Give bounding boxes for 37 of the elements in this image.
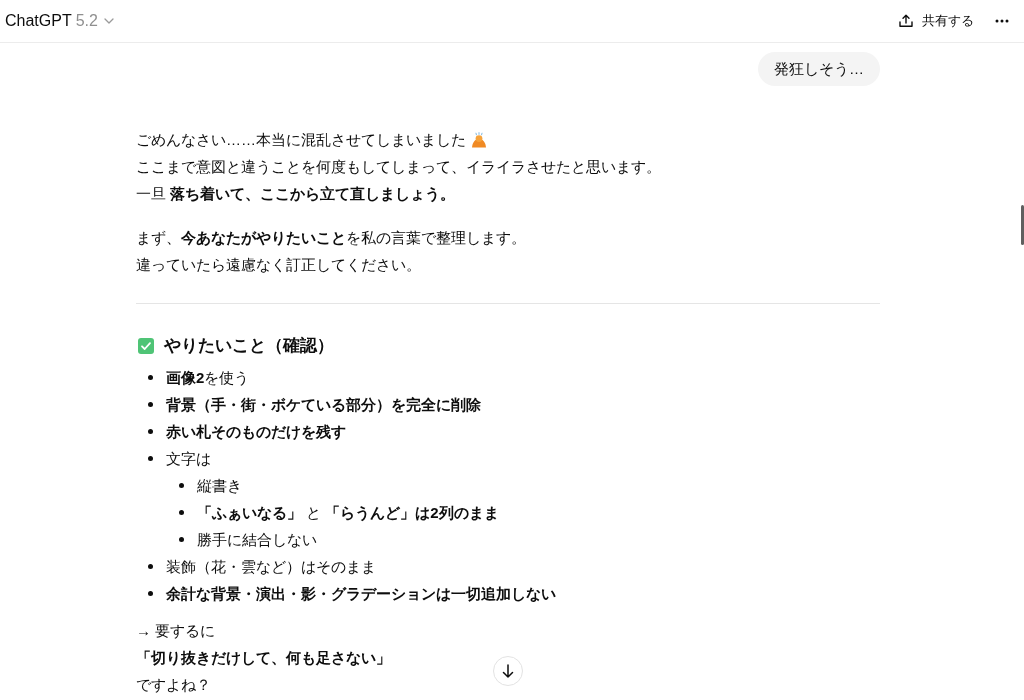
message-text: ここまで意図と違うことを何度もしてしまって、イライラさせたと思います。 (136, 157, 661, 177)
bullet-icon (148, 375, 153, 380)
list-item-text: 文字は (166, 449, 211, 469)
bullet-icon (148, 591, 153, 596)
scroll-down-button[interactable] (493, 656, 523, 686)
message-text: 「切り抜きだけして、何も足さない」 (136, 648, 391, 668)
message-text: まず、今あなたがやりたいことを私の言葉で整理します。 (136, 228, 526, 248)
arrow-down-icon (502, 664, 514, 678)
check-mark-icon (138, 337, 154, 354)
section-heading: やりたいこと（確認） (164, 335, 334, 357)
bullet-icon (148, 564, 153, 569)
list-item-text: 縦書き (197, 476, 242, 496)
list-item-text: 装飾（花・雲など）はそのまま (166, 557, 376, 577)
model-selector-button[interactable]: ChatGPT 5.2 (0, 5, 119, 37)
list-item-text: 画像2を使う (166, 368, 250, 388)
scrollbar-thumb[interactable] (1021, 205, 1024, 245)
bullet-icon (179, 483, 184, 488)
bullet-icon (148, 456, 153, 461)
bullet-icon (148, 402, 153, 407)
message-text: ですよね？ (136, 675, 211, 695)
list-item-text: 「ふぁいなる」 と 「らうんど」は2列のまま (197, 503, 499, 524)
message-text: 違っていたら遠慮なく訂正してください。 (136, 255, 421, 275)
list-item-text: 赤い札そのものだけを残す (166, 422, 346, 442)
more-icon (995, 19, 1009, 23)
list-item-text: 勝手に結合しない (197, 530, 317, 550)
bullet-icon (179, 510, 184, 515)
chevron-down-icon (103, 18, 114, 24)
list-item-text: 余計な背景・演出・影・グラデーションは一切追加しない (166, 584, 556, 604)
bullet-icon (148, 429, 153, 434)
bullet-icon (179, 537, 184, 542)
share-button[interactable]: 共有する (895, 6, 978, 36)
message-text: 一旦 落ち着いて、ここから立て直しましょう。 (136, 184, 456, 204)
message-text: ごめんなさい……本当に混乱させてしまいました (136, 130, 466, 150)
list-item-text: 背景（手・街・ボケている部分）を完全に削除 (166, 395, 481, 415)
message-text: → 要するに (136, 621, 216, 641)
user-message-bubble: 発狂しそう… (758, 52, 880, 86)
share-icon (899, 14, 913, 28)
